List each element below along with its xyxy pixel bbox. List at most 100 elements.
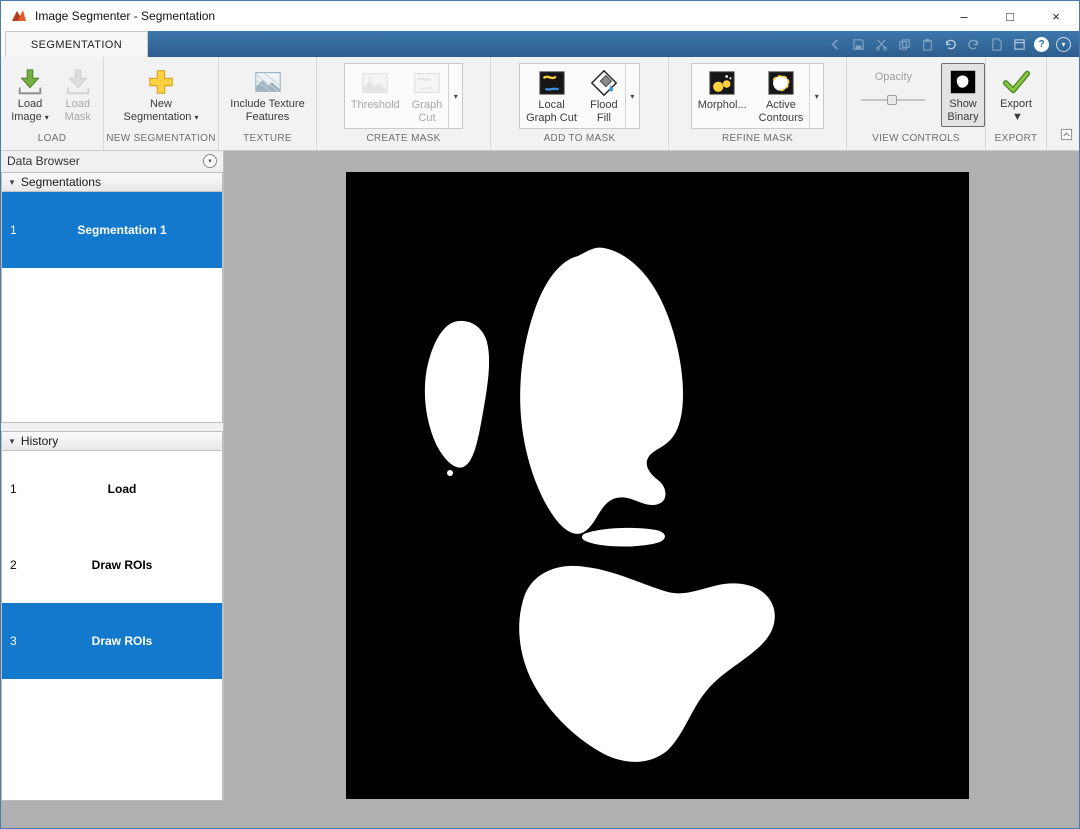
button-label: Export [1000, 98, 1032, 110]
data-browser-title: Data Browser [7, 154, 80, 168]
export-button[interactable]: Export ▼ [994, 63, 1038, 127]
button-label: Cut [418, 112, 436, 124]
toolstrip-ribbon: Load Image ▾ Load Mask LOAD New Segmentat… [1, 57, 1079, 151]
history-header[interactable]: ▼ History [2, 432, 222, 451]
matlab-logo-icon [11, 8, 27, 24]
segmentations-header[interactable]: ▼ Segmentations [2, 173, 222, 192]
history-item-draw-rois-1[interactable]: 2 Draw ROIs [2, 527, 222, 603]
panel-menu-icon[interactable]: ▾ [203, 154, 217, 168]
button-label: Local [538, 99, 565, 111]
flood-fill-button[interactable]: Flood Fill [583, 64, 625, 128]
close-button[interactable]: × [1033, 1, 1079, 31]
load-mask-button[interactable]: Load Mask [57, 63, 99, 127]
button-label: Load [65, 98, 91, 110]
toolstrip-chevron-icon[interactable]: ▾ [1056, 36, 1071, 52]
copy-icon[interactable] [896, 36, 912, 52]
item-number: 1 [10, 223, 17, 237]
paste-icon[interactable] [919, 36, 935, 52]
ribbon-spacer [1047, 57, 1079, 150]
item-number: 3 [10, 634, 17, 648]
button-label: Flood [590, 99, 618, 111]
button-label: Fill [596, 112, 611, 124]
new-segmentation-icon [146, 66, 176, 98]
button-label: Morphol... [697, 99, 747, 111]
history-item-draw-rois-2[interactable]: 3 Draw ROIs [2, 603, 222, 679]
load-image-button[interactable]: Load Image ▾ [5, 63, 55, 127]
toolstrip-tab-row: SEGMENTATION ? ▾ [1, 31, 1079, 57]
graph-cut-button[interactable]: Graph Cut [406, 64, 449, 128]
quick-access-toolbar: ? ▾ [148, 31, 1079, 57]
add-to-mask-gallery: Local Graph Cut Flood Fill ▾ [519, 63, 640, 129]
list-item-segmentation-1[interactable]: 1 Segmentation 1 [2, 192, 222, 268]
layout-window-icon[interactable] [1011, 36, 1027, 52]
threshold-icon [360, 67, 390, 99]
create-mask-gallery: Threshold Graph Cut ▾ [343, 63, 464, 129]
section-label-refine-mask: REFINE MASK [721, 133, 794, 144]
active-contours-button[interactable]: Active Contours [753, 64, 810, 128]
section-export: Export ▼ EXPORT [986, 57, 1047, 150]
texture-features-icon [253, 66, 283, 98]
section-create-mask: Threshold Graph Cut ▾ CREATE MASK [317, 57, 491, 150]
refine-mask-gallery-expander[interactable]: ▾ [809, 64, 823, 128]
refine-mask-gallery: Morphol... Active Contours ▾ [690, 63, 825, 129]
threshold-button[interactable]: Threshold [345, 64, 406, 128]
button-label: Threshold [350, 99, 400, 111]
item-number: 1 [10, 482, 17, 496]
opacity-slider-thumb[interactable] [887, 95, 898, 105]
active-contours-icon [766, 67, 796, 99]
show-binary-button[interactable]: Show Binary [941, 63, 985, 127]
morphology-button[interactable]: Morphol... [692, 64, 753, 128]
button-label: Mask [64, 111, 91, 123]
button-label: Contours [758, 112, 804, 124]
image-canvas[interactable] [224, 151, 1079, 828]
dropdown-arrow-icon: ▾ [194, 113, 199, 122]
create-mask-gallery-expander[interactable]: ▾ [448, 64, 462, 128]
section-label-texture: TEXTURE [243, 133, 292, 144]
item-label: Segmentation 1 [77, 223, 167, 237]
new-document-icon[interactable] [988, 36, 1004, 52]
undo-icon[interactable] [942, 36, 958, 52]
segmentations-header-label: Segmentations [20, 175, 101, 189]
save-icon[interactable] [850, 36, 866, 52]
cut-icon[interactable] [873, 36, 889, 52]
segmentations-list: 1 Segmentation 1 [2, 192, 222, 422]
button-label: Segmentation ▾ [123, 111, 199, 123]
data-browser-header: Data Browser ▾ [1, 151, 223, 171]
section-load: Load Image ▾ Load Mask LOAD [1, 57, 104, 150]
dropdown-arrow-icon: ▾ [44, 113, 49, 122]
new-segmentation-button[interactable]: New Segmentation ▾ [118, 63, 205, 127]
history-item-load[interactable]: 1 Load [2, 451, 222, 527]
window-title: Image Segmenter - Segmentation [35, 9, 216, 23]
section-label-create-mask: CREATE MASK [366, 133, 441, 144]
section-label-new-segmentation: NEW SEGMENTATION [106, 133, 216, 144]
collapse-left-icon[interactable] [827, 36, 843, 52]
graph-cut-icon [412, 67, 442, 99]
load-mask-icon [63, 66, 93, 98]
binary-mask-image[interactable] [346, 172, 969, 799]
toolstrip-layout-icon[interactable] [1060, 128, 1073, 146]
section-label-export: EXPORT [994, 133, 1038, 144]
redo-icon[interactable] [965, 36, 981, 52]
section-view-controls: Opacity Show Binary VIEW CONTROLS [847, 57, 986, 150]
minimize-button[interactable]: – [941, 1, 987, 31]
history-section: ▼ History 1 Load 2 Draw ROIs 3 Draw ROIs [1, 431, 223, 801]
local-graph-cut-button[interactable]: Local Graph Cut [520, 64, 583, 128]
collapse-triangle-icon: ▼ [8, 436, 16, 446]
button-label: Load [17, 98, 43, 110]
tab-segmentation[interactable]: SEGMENTATION [5, 31, 148, 57]
maximize-button[interactable]: □ [987, 1, 1033, 31]
button-label: New [149, 98, 172, 110]
help-icon[interactable]: ? [1034, 36, 1049, 52]
collapse-triangle-icon: ▼ [8, 177, 16, 187]
button-label: Active [765, 99, 796, 111]
local-graph-cut-icon [537, 67, 567, 99]
add-to-mask-gallery-expander[interactable]: ▾ [624, 64, 639, 128]
section-new-segmentation: New Segmentation ▾ NEW SEGMENTATION [104, 57, 219, 150]
load-image-icon [15, 66, 45, 98]
opacity-slider[interactable] [861, 95, 926, 105]
item-label: Draw ROIs [91, 558, 153, 572]
data-browser-panel: Data Browser ▾ ▼ Segmentations 1 Segment… [1, 151, 224, 801]
show-binary-icon [948, 66, 978, 98]
mask-speck [447, 470, 453, 476]
include-texture-features-button[interactable]: Include Texture Features [224, 63, 310, 127]
